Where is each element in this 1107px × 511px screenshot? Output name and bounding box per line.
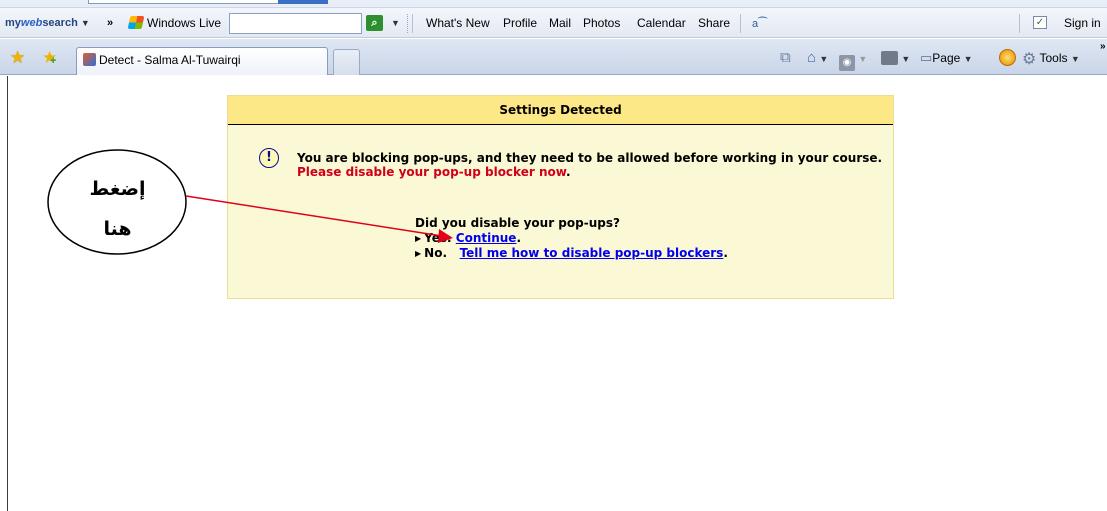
chevron-down-icon[interactable]: ▼	[81, 18, 90, 28]
chevron-down-icon[interactable]: ▼	[858, 54, 867, 64]
tab-title: Detect - Salma Al-Tuwairqi	[99, 53, 241, 67]
sign-in-link[interactable]: Sign in	[1064, 8, 1101, 38]
mywebsearch-button[interactable]: mywebsearch ▼	[5, 8, 90, 38]
triangle-right-icon: ▶	[415, 234, 422, 243]
action-message: Please disable your pop-up blocker now.	[297, 165, 571, 179]
separator	[412, 14, 413, 33]
rss-feed-icon: ◉	[839, 55, 855, 71]
tab-command-bar: ★ ★ + Detect - Salma Al-Tuwairqi ⧉ ⌂ ▼ ◉ …	[0, 39, 1107, 75]
question-text: Did you disable your pop-ups?	[415, 216, 620, 230]
chevron-down-icon: ▼	[1070, 54, 1080, 64]
sign-in-checkbox-icon[interactable]: ✓	[1033, 16, 1047, 29]
overflow-chevron-button[interactable]: »	[107, 8, 113, 38]
chevron-down-icon: ▼	[963, 54, 973, 64]
link-profile[interactable]: Profile	[503, 8, 537, 38]
research-icon[interactable]: ⧉	[780, 49, 791, 67]
panel-title: Settings Detected	[228, 96, 893, 125]
gear-icon: ⚙	[1022, 51, 1037, 68]
link-whats-new[interactable]: What's New	[426, 8, 490, 38]
callout-text: إضغط هنا	[89, 178, 146, 240]
option-no: ▶ No. Tell me how to disable pop-up block…	[415, 246, 728, 260]
page-menu-button[interactable]: ▭Page ▼	[920, 49, 973, 67]
feeds-button[interactable]: ◉ ▼	[839, 49, 867, 71]
add-favorite-icon[interactable]: ★ +	[42, 49, 57, 67]
home-icon: ⌂	[807, 49, 817, 66]
warning-icon: !	[259, 148, 279, 168]
print-button[interactable]: ▼	[881, 49, 910, 67]
continue-link[interactable]: Continue	[456, 231, 517, 245]
safety-icon	[999, 49, 1016, 66]
chevron-down-icon[interactable]: ▼	[819, 54, 828, 64]
page-content: Settings Detected ! You are blocking pop…	[0, 76, 1107, 511]
separator	[407, 14, 408, 33]
link-photos[interactable]: Photos	[583, 8, 620, 38]
separator	[740, 14, 741, 33]
triangle-right-icon: ▶	[415, 249, 422, 258]
link-mail[interactable]: Mail	[549, 8, 571, 38]
links-toolbar: mywebsearch ▼ » Windows Live ⌕ ▼ What's …	[0, 8, 1107, 38]
search-go-icon[interactable]: ⌕	[366, 15, 383, 31]
link-share[interactable]: Share	[698, 8, 730, 38]
windows-live-button[interactable]: Windows Live	[127, 8, 221, 38]
content-border	[7, 76, 8, 511]
favorites-star-icon[interactable]: ★	[10, 49, 25, 66]
tab-detect[interactable]: Detect - Salma Al-Tuwairqi	[76, 47, 328, 75]
translate-icon[interactable]: a⁀	[752, 17, 767, 30]
separator	[1019, 14, 1020, 33]
page-icon: ▭	[920, 50, 933, 65]
option-yes: ▶ Yes. Continue.	[415, 231, 522, 245]
address-bar-highlight	[278, 0, 328, 4]
windows-live-icon	[127, 16, 145, 29]
printer-icon	[881, 51, 898, 65]
new-tab-button[interactable]	[333, 49, 360, 75]
link-calendar[interactable]: Calendar	[637, 8, 686, 38]
more-commands-chevron-icon[interactable]: »	[1100, 41, 1106, 52]
home-button[interactable]: ⌂ ▼	[807, 49, 828, 67]
disable-popup-help-link[interactable]: Tell me how to disable pop-up blockers	[460, 246, 724, 260]
top-toolbar-cutoff	[0, 0, 1107, 8]
safety-button[interactable]	[999, 49, 1016, 67]
search-options-chevron-icon[interactable]: ▼	[391, 8, 400, 38]
windows-live-search-input[interactable]	[229, 13, 362, 34]
warning-message: You are blocking pop-ups, and they need …	[297, 151, 883, 165]
chevron-down-icon[interactable]: ▼	[901, 54, 910, 64]
tools-menu-button[interactable]: ⚙ Tools ▼	[1022, 49, 1080, 68]
tab-favicon-icon	[83, 53, 96, 66]
settings-detected-panel: Settings Detected ! You are blocking pop…	[227, 95, 894, 299]
